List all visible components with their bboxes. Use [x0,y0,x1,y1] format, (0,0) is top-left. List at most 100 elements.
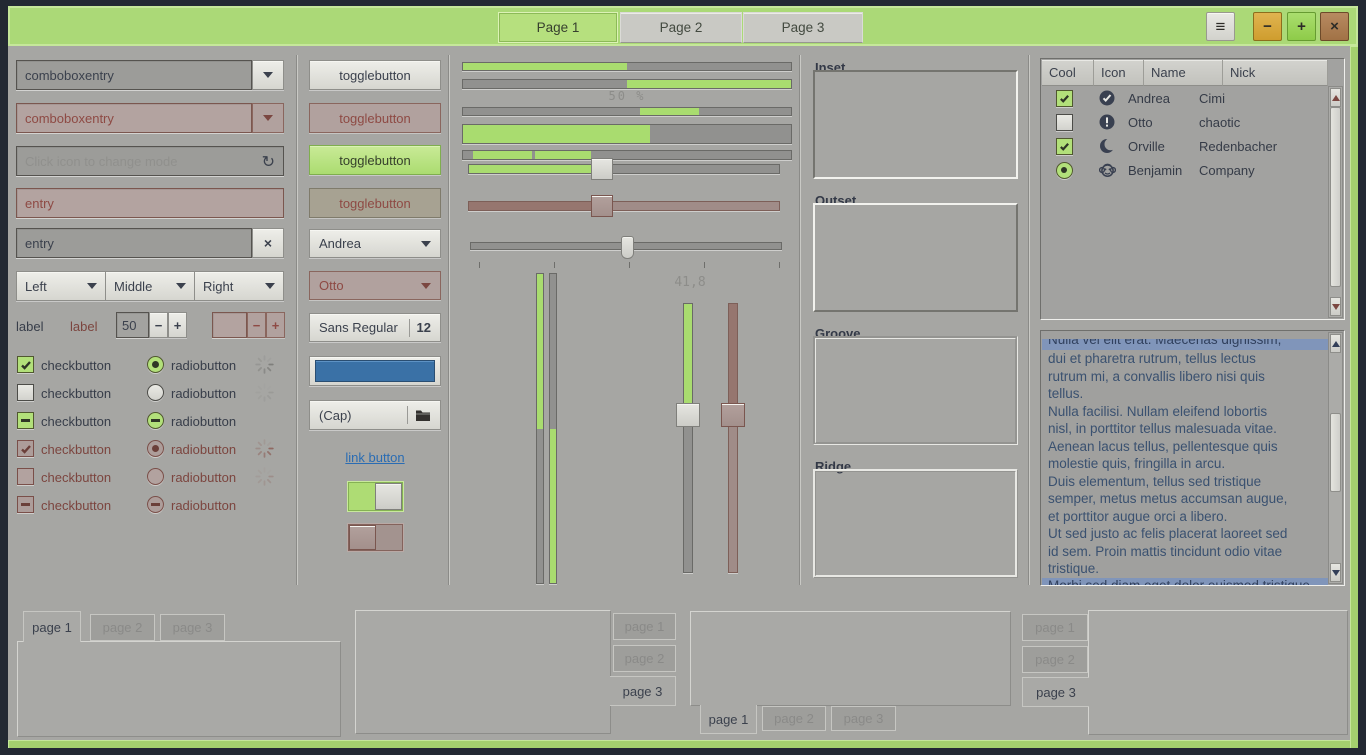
checkbutton-label: checkbutton [41,469,111,486]
arrow-up-icon [1332,341,1340,347]
refresh-icon[interactable]: ↻ [262,152,275,171]
textview-scrollbar[interactable] [1328,332,1343,584]
notebook4-tab-page2[interactable]: page 2 [1022,646,1088,673]
tree-column-header-name[interactable]: Name [1144,60,1223,86]
radio-indeterminate[interactable] [147,412,164,429]
mode-entry[interactable]: ↻ [16,146,284,176]
scale-handle[interactable] [591,158,613,180]
spinner-icon [255,439,274,458]
row-checkbox-unchecked[interactable] [1056,114,1073,131]
header-tab-page1[interactable]: Page 1 [498,12,618,43]
checkbutton-label[interactable]: checkbutton [41,385,111,402]
togglebutton-normal[interactable]: togglebutton [309,60,441,90]
scroll-thumb[interactable] [1330,413,1341,492]
menu-button[interactable]: ≡ [1206,12,1235,41]
check-circle-icon [1099,90,1115,106]
maximize-button[interactable]: + [1287,12,1316,41]
textview-text[interactable]: dui et pharetra rutrum, tellus lectus ru… [1048,350,1326,578]
font-size: 12 [417,320,431,335]
spinbutton-plus-button[interactable]: + [168,312,187,338]
indeterminate-mark [151,503,160,506]
radiobutton-label[interactable]: radiobutton [171,385,236,402]
file-chooser-button[interactable]: (Cap) [309,400,441,430]
combobox-middle-label: Middle [114,279,152,294]
scale-vertical-handle[interactable] [676,403,700,427]
scale-fill [469,165,593,173]
togglebutton-active[interactable]: togglebutton [309,145,441,175]
radio-unchecked[interactable] [147,384,164,401]
combobox-right[interactable]: Right [195,271,284,301]
spinbutton-value[interactable] [116,312,149,338]
treeview[interactable]: Cool Icon Name Nick Andrea Cimi Otto c [1040,58,1345,320]
checkbox-indeterminate[interactable] [17,412,34,429]
mode-entry-input[interactable] [25,154,258,169]
notebook3-tab-page1[interactable]: page 1 [700,705,757,734]
notebook3-tab-page2[interactable]: page 2 [762,706,826,731]
row-checkbox-checked[interactable] [1056,90,1073,107]
radiobutton-label[interactable]: radiobutton [171,357,236,374]
notebook1-tab-page3[interactable]: page 3 [160,614,225,641]
arrow-down-icon [1332,304,1340,310]
tab-label: page 2 [625,651,665,666]
comboboxentry-1-dropdown-button[interactable] [252,60,284,90]
font-button[interactable]: Sans Regular 12 [309,313,441,342]
textview[interactable]: Nulla vel elit erat. Maecenas dignissim,… [1040,330,1345,586]
scale-horizontal[interactable] [468,164,780,174]
switch-knob[interactable] [375,483,402,510]
table-row[interactable]: Andrea Cimi [1042,86,1328,110]
scroll-up-button[interactable] [1330,88,1341,107]
tree-column-header-icon[interactable]: Icon [1094,60,1144,86]
separator [1028,55,1030,585]
notebook2-tab-page3[interactable]: page 3 [610,676,676,706]
tree-column-header-cool[interactable]: Cool [1042,60,1094,86]
combobox-middle[interactable]: Middle [106,271,195,301]
entry-clearable-input[interactable] [25,236,243,251]
checkbox-checked[interactable] [17,356,34,373]
spinbutton-minus-button[interactable]: − [149,312,168,338]
clear-entry-button[interactable]: × [252,228,284,258]
table-row[interactable]: Orville Redenbacher [1042,134,1328,158]
close-button[interactable]: × [1320,12,1349,41]
notebook4-tab-page1[interactable]: page 1 [1022,614,1088,641]
notebook2-tab-page2[interactable]: page 2 [613,645,676,672]
minimize-button[interactable]: − [1253,12,1282,41]
scroll-up-button[interactable] [1330,334,1341,353]
notebook2-tab-page1[interactable]: page 1 [613,613,676,640]
togglebutton-disabled: togglebutton [309,103,441,133]
checkbutton-label[interactable]: checkbutton [41,357,111,374]
tree-scrollbar[interactable] [1328,86,1343,318]
radio-checked[interactable] [147,356,164,373]
scale-vertical[interactable] [683,303,693,573]
comboboxentry-1-input[interactable] [25,68,243,83]
notebook3-tab-page3[interactable]: page 3 [831,706,896,731]
scale-marks-handle[interactable] [621,236,634,259]
tree-column-header-nick[interactable]: Nick [1223,60,1328,86]
notebook1-tab-page1[interactable]: page 1 [23,611,81,642]
link-button[interactable]: link button [309,449,441,467]
comboboxentry-1[interactable] [16,60,252,90]
header-tab-page2[interactable]: Page 2 [620,12,742,43]
row-checkbox-checked[interactable] [1056,138,1073,155]
checkbox-unchecked[interactable] [17,384,34,401]
combobox-andrea[interactable]: Andrea [309,229,441,258]
radiobutton-label[interactable]: radiobutton [171,413,236,430]
tree-cell-name: Benjamin [1128,163,1199,178]
text-line: semper, metus metus accumsan augue, [1048,490,1326,508]
notebook4-tab-page3[interactable]: page 3 [1022,677,1089,707]
scroll-down-button[interactable] [1330,297,1341,316]
notebook1-tab-page2[interactable]: page 2 [90,614,155,641]
color-button[interactable] [309,356,441,386]
row-radio-checked[interactable] [1056,162,1073,179]
header-tab-page3[interactable]: Page 3 [743,12,863,43]
scroll-thumb[interactable] [1330,107,1341,287]
combobox-left[interactable]: Left [16,271,106,301]
scale-mark [629,262,630,268]
switch-on[interactable] [347,481,404,512]
link-button-label[interactable]: link button [345,450,404,465]
scroll-down-button[interactable] [1330,563,1341,582]
spinbutton-input[interactable] [122,318,143,333]
checkbutton-label[interactable]: checkbutton [41,413,111,430]
table-row[interactable]: Benjamin Company [1042,158,1328,182]
table-row[interactable]: Otto chaotic [1042,110,1328,134]
entry-clearable[interactable] [16,228,252,258]
